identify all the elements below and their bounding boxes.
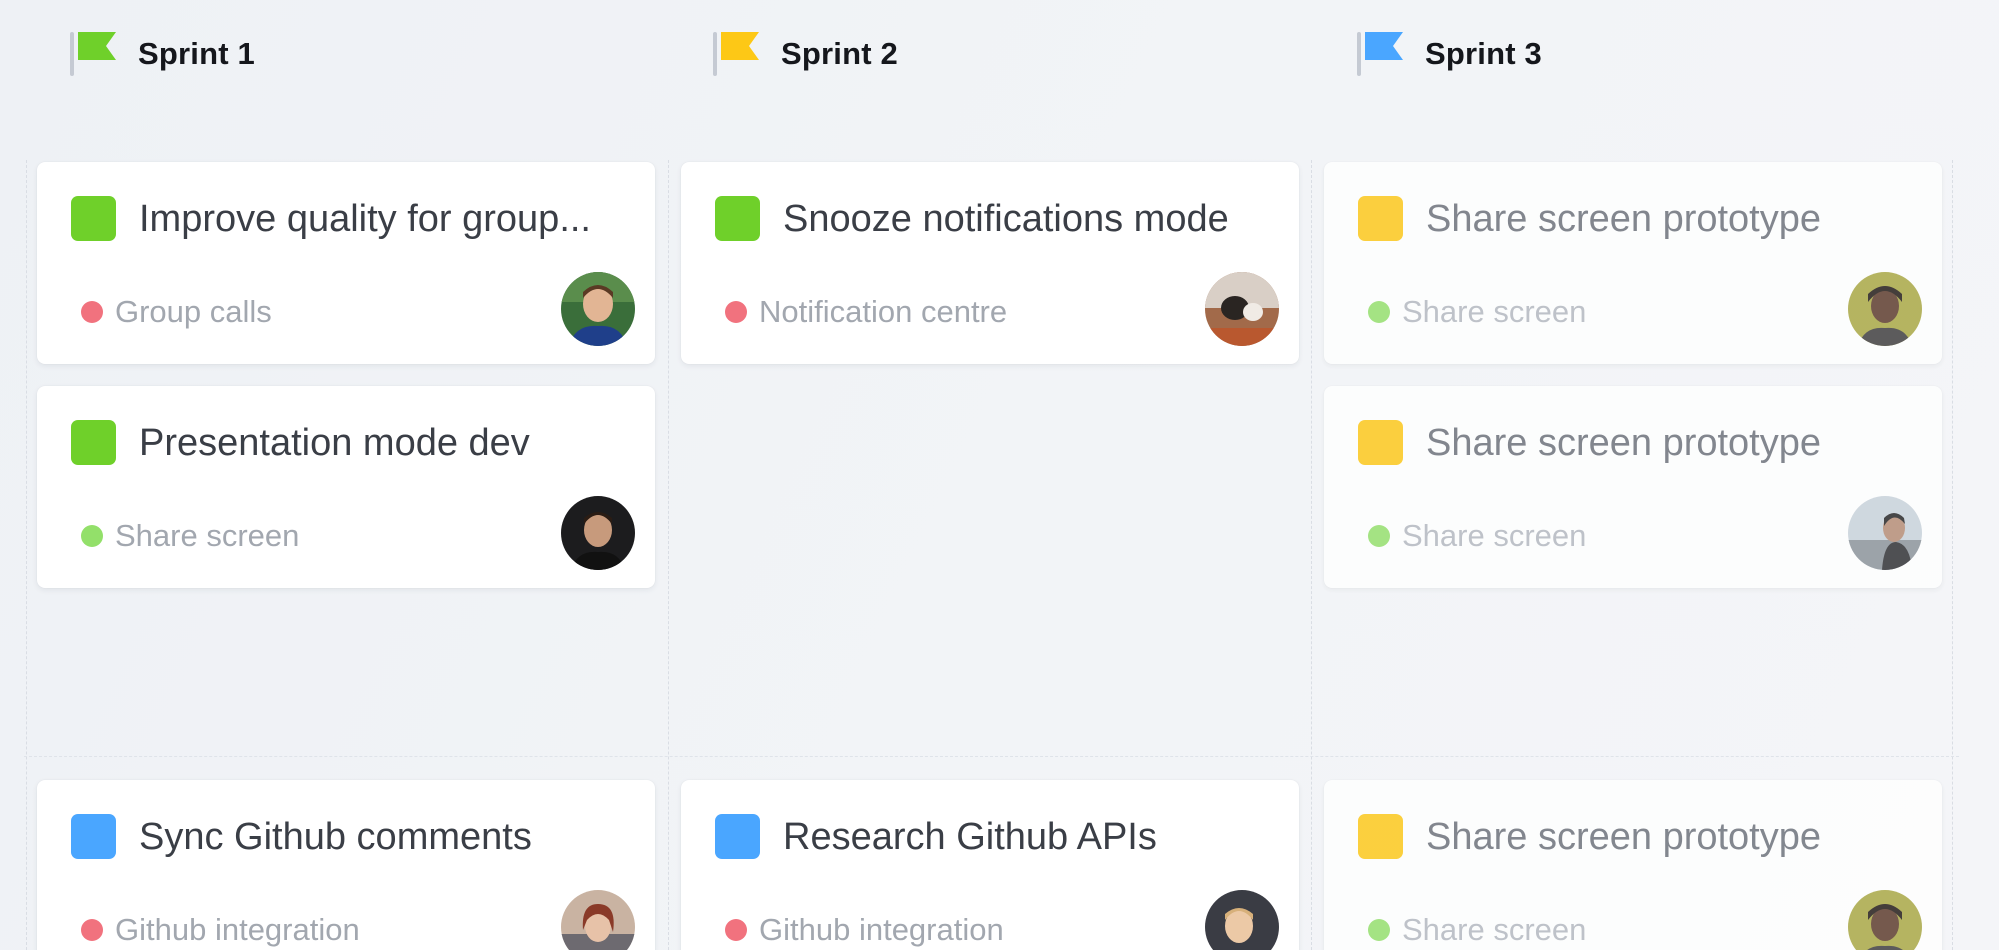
task-card[interactable]: Snooze notifications mode Notification c… <box>681 162 1299 364</box>
avatar[interactable] <box>1205 272 1279 346</box>
column-divider <box>26 160 27 950</box>
task-tag[interactable]: Group calls <box>81 294 272 330</box>
avatar[interactable] <box>561 890 635 950</box>
status-square-icon <box>1358 420 1403 465</box>
sprint-header-3[interactable]: Sprint 3 <box>1357 30 1542 78</box>
avatar[interactable] <box>1848 890 1922 950</box>
flag-icon <box>713 30 759 78</box>
task-tag[interactable]: Share screen <box>81 518 299 554</box>
tag-label: Github integration <box>759 912 1004 947</box>
status-square-icon <box>1358 814 1403 859</box>
task-tag[interactable]: Share screen <box>1368 294 1586 330</box>
flag-icon <box>1357 30 1403 78</box>
flag-shape <box>78 32 116 60</box>
tag-dot-icon <box>1368 525 1390 547</box>
tag-label: Github integration <box>115 912 360 947</box>
task-tag[interactable]: Github integration <box>725 912 1004 948</box>
status-square-icon <box>71 196 116 241</box>
sprint-board: Sprint 1 Sprint 2 Sprint 3 Improve quali… <box>0 0 1999 950</box>
tag-label: Group calls <box>115 294 272 329</box>
tag-dot-icon <box>81 301 103 323</box>
sprint-title: Sprint 2 <box>781 36 899 71</box>
tag-label: Share screen <box>1402 912 1587 947</box>
task-title: Share screen prototype <box>1426 422 1822 464</box>
tag-dot-icon <box>725 301 747 323</box>
tag-dot-icon <box>725 919 747 941</box>
flag-icon <box>70 30 116 78</box>
avatar[interactable] <box>1848 272 1922 346</box>
task-card[interactable]: Share screen prototype Share screen <box>1324 780 1942 950</box>
column-divider <box>668 160 669 950</box>
tag-label: Share screen <box>115 518 300 553</box>
tag-dot-icon <box>81 919 103 941</box>
avatar[interactable] <box>561 272 635 346</box>
status-square-icon <box>715 814 760 859</box>
task-card[interactable]: Presentation mode dev Share screen <box>37 386 655 588</box>
tag-dot-icon <box>1368 919 1390 941</box>
avatar[interactable] <box>1848 496 1922 570</box>
status-square-icon <box>1358 196 1403 241</box>
task-tag[interactable]: Github integration <box>81 912 360 948</box>
task-tag[interactable]: Share screen <box>1368 518 1586 554</box>
task-card[interactable]: Share screen prototype Share screen <box>1324 386 1942 588</box>
task-title: Research Github APIs <box>783 816 1157 858</box>
task-title: Presentation mode dev <box>139 422 530 464</box>
task-card[interactable]: Improve quality for group... Group calls <box>37 162 655 364</box>
tag-label: Notification centre <box>759 294 1008 329</box>
column-divider <box>1952 160 1953 950</box>
task-card[interactable]: Sync Github comments Github integration <box>37 780 655 950</box>
tag-label: Share screen <box>1402 518 1587 553</box>
task-title: Sync Github comments <box>139 816 532 858</box>
sprint-title: Sprint 3 <box>1425 36 1543 71</box>
task-title: Snooze notifications mode <box>783 198 1229 240</box>
avatar[interactable] <box>561 496 635 570</box>
avatar[interactable] <box>1205 890 1279 950</box>
task-title: Share screen prototype <box>1426 816 1822 858</box>
task-tag[interactable]: Notification centre <box>725 294 1007 330</box>
tag-label: Share screen <box>1402 294 1587 329</box>
task-card[interactable]: Research Github APIs Github integration <box>681 780 1299 950</box>
flag-shape <box>721 32 759 60</box>
status-square-icon <box>71 814 116 859</box>
tag-dot-icon <box>81 525 103 547</box>
tag-dot-icon <box>1368 301 1390 323</box>
task-title: Share screen prototype <box>1426 198 1822 240</box>
row-divider <box>24 756 1959 757</box>
task-card[interactable]: Share screen prototype Share screen <box>1324 162 1942 364</box>
status-square-icon <box>71 420 116 465</box>
task-tag[interactable]: Share screen <box>1368 912 1586 948</box>
task-title: Improve quality for group... <box>139 198 591 240</box>
sprint-title: Sprint 1 <box>138 36 256 71</box>
sprint-header-1[interactable]: Sprint 1 <box>70 30 255 78</box>
column-divider <box>1311 160 1312 950</box>
status-square-icon <box>715 196 760 241</box>
sprint-header-2[interactable]: Sprint 2 <box>713 30 898 78</box>
flag-shape <box>1365 32 1403 60</box>
